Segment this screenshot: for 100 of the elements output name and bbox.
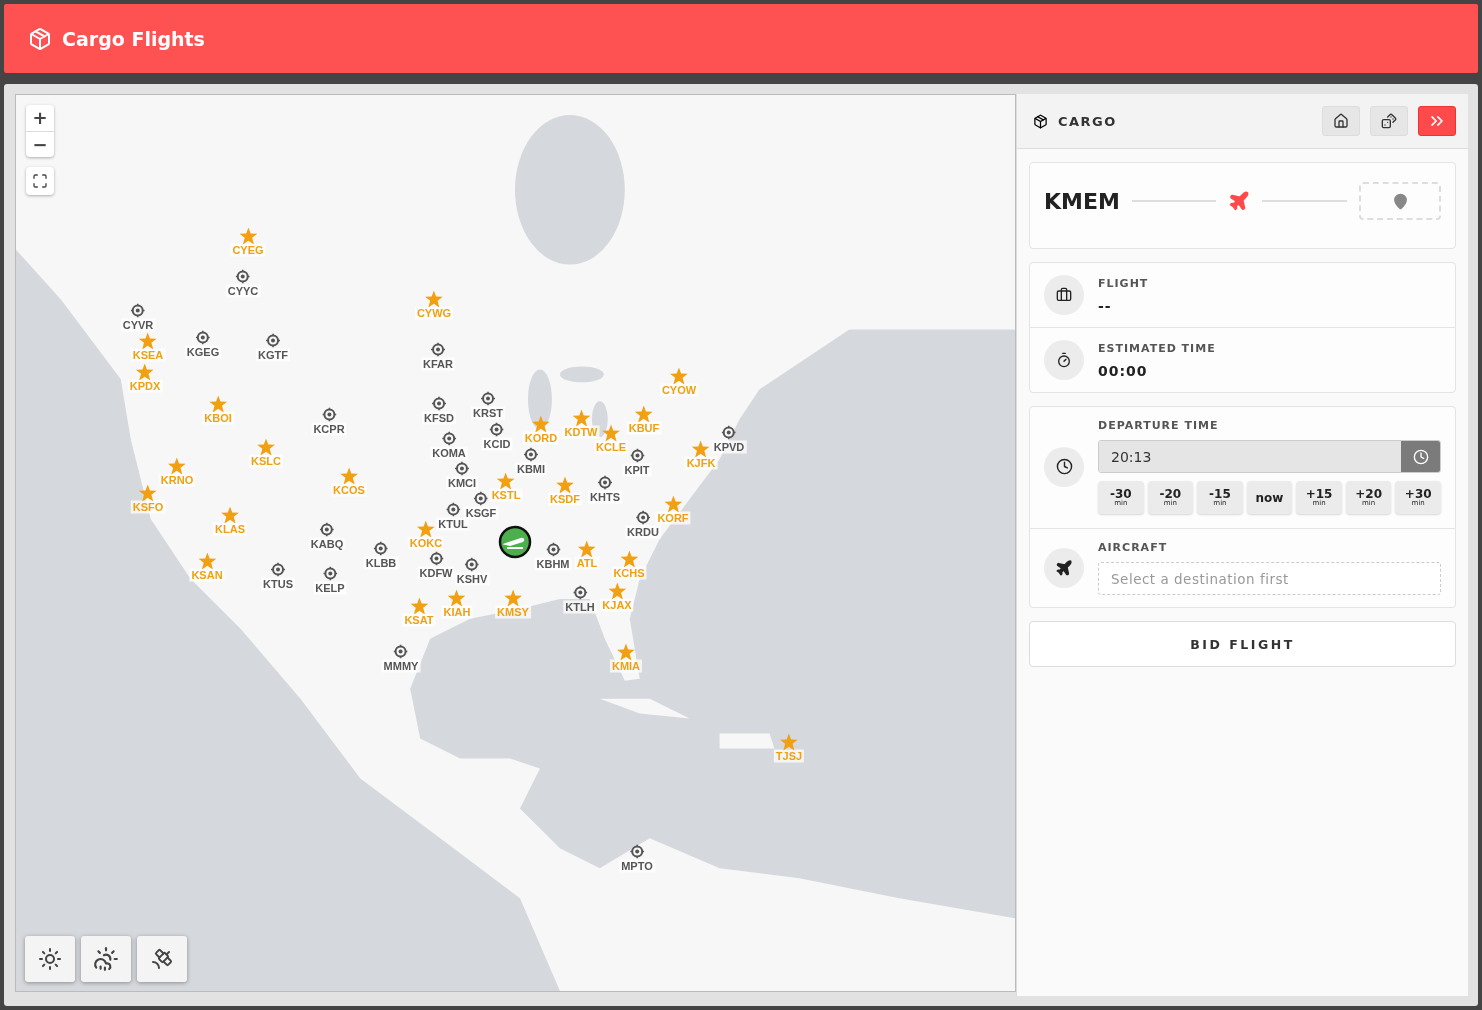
crosshair-icon: [432, 396, 446, 411]
plane-icon: [1044, 548, 1084, 588]
airport-label[interactable]: KABQ: [308, 537, 346, 551]
crosshair-icon: [630, 844, 644, 859]
time-picker-button[interactable]: [1401, 441, 1440, 472]
airport-label[interactable]: MMMY: [381, 659, 421, 673]
crosshair-icon: [431, 342, 445, 357]
star-icon: [556, 476, 574, 494]
star-icon: [780, 733, 798, 751]
airport-label[interactable]: KOMA: [430, 446, 468, 460]
star-icon: [670, 367, 688, 385]
crosshair-icon: [131, 303, 145, 318]
aircraft-field[interactable]: Select a destination first: [1098, 562, 1441, 595]
app-title: Cargo Flights: [62, 27, 205, 50]
airport-label[interactable]: KSGF: [463, 506, 499, 520]
home-button[interactable]: [1322, 106, 1360, 136]
crosshair-icon: [236, 269, 250, 284]
weather-icon: [93, 946, 119, 972]
crosshair-icon: [323, 566, 337, 581]
airport-label[interactable]: KBMI: [514, 462, 548, 476]
crosshair-icon: [490, 422, 504, 437]
star-icon: [617, 643, 635, 661]
airport-label[interactable]: KCID: [481, 437, 513, 451]
airport-label[interactable]: KGEG: [184, 345, 222, 359]
airport-label[interactable]: KCPR: [311, 422, 347, 436]
clock-icon: [1412, 448, 1429, 465]
clock-icon: [1044, 446, 1084, 487]
crosshair-icon: [374, 541, 388, 556]
crosshair-icon: [394, 644, 408, 659]
airport-label[interactable]: KGTF: [256, 348, 290, 362]
brightness-button[interactable]: [25, 936, 75, 982]
info-value: 00:00: [1098, 362, 1149, 379]
sun-icon: [38, 947, 62, 971]
dice-icon: [1381, 113, 1397, 129]
star-icon: [664, 495, 682, 513]
time-field[interactable]: 20:13: [1098, 440, 1441, 473]
crosshair-icon: [446, 502, 460, 517]
airport-label[interactable]: KRST: [471, 406, 505, 420]
airport-label[interactable]: KPIT: [622, 463, 652, 477]
crosshair-icon: [474, 491, 488, 506]
star-icon: [198, 552, 216, 570]
airport-label[interactable]: KTUS: [261, 577, 295, 591]
departure-label: DEPARTURE TIME: [1098, 419, 1220, 432]
airport-label[interactable]: KFAR: [421, 357, 455, 371]
star-icon: [410, 597, 428, 615]
stopwatch-icon: [1044, 340, 1084, 380]
aircraft-label: AIRCRAFT: [1098, 541, 1169, 554]
star-icon: [448, 589, 466, 607]
airport-label[interactable]: KRDU: [625, 525, 661, 539]
airport-label[interactable]: MPTO: [619, 859, 655, 873]
airport-label[interactable]: KTLH: [563, 600, 597, 614]
luggage-icon: [1044, 275, 1084, 315]
star-icon: [209, 395, 227, 413]
home-icon: [1333, 113, 1349, 129]
time-offset-button[interactable]: now: [1246, 481, 1293, 514]
crosshair-icon: [546, 542, 560, 557]
destination-slot[interactable]: [1359, 182, 1441, 220]
star-icon: [635, 405, 653, 423]
collapse-button[interactable]: [1418, 106, 1456, 136]
star-icon: [139, 484, 157, 502]
crosshair-icon: [573, 585, 587, 600]
airport-label[interactable]: CYYC: [225, 284, 261, 298]
crosshair-icon: [722, 425, 736, 440]
star-icon: [497, 472, 515, 490]
weather-button[interactable]: [81, 936, 131, 982]
crosshair-icon: [322, 407, 336, 422]
star-icon: [340, 467, 358, 485]
plane-icon: [1228, 190, 1251, 212]
crosshair-icon: [429, 551, 443, 566]
airport-label[interactable]: KSHV: [454, 572, 490, 586]
info-value: --: [1098, 297, 1113, 314]
crosshair-icon: [455, 461, 469, 476]
dice-button[interactable]: [1370, 106, 1408, 136]
crosshair-icon: [636, 510, 650, 525]
panel-title: CARGO: [1058, 113, 1118, 129]
satellite-icon: [150, 947, 174, 971]
departure-airport-icon[interactable]: [498, 525, 532, 559]
airport-label[interactable]: KELP: [313, 581, 347, 595]
star-icon: [572, 409, 590, 427]
star-icon: [221, 506, 239, 524]
star-icon: [602, 424, 620, 442]
star-icon: [504, 589, 522, 607]
airport-label[interactable]: KLBB: [363, 556, 399, 570]
airport-label[interactable]: KTUL: [436, 517, 470, 531]
crosshair-icon: [266, 333, 280, 348]
airport-label[interactable]: KDFW: [417, 566, 455, 580]
zoom-in-button[interactable]: +: [26, 105, 54, 131]
airport-label[interactable]: KMCI: [445, 476, 479, 490]
map-pin-icon: [1391, 192, 1409, 210]
airport-label[interactable]: KHTS: [588, 490, 622, 504]
zoom-out-button[interactable]: −: [26, 131, 54, 157]
fullscreen-button[interactable]: [26, 167, 54, 195]
satellite-button[interactable]: [137, 936, 187, 982]
airport-label[interactable]: KBHM: [534, 557, 572, 571]
airport-label[interactable]: KPVD: [711, 440, 747, 454]
airport-label[interactable]: CYVR: [120, 318, 156, 332]
fullscreen-icon: [32, 173, 48, 189]
bid-flight-button[interactable]: BID FLIGHT: [1029, 621, 1456, 667]
airport-label[interactable]: KFSD: [422, 411, 456, 425]
origin-code: KMEM: [1044, 188, 1120, 214]
